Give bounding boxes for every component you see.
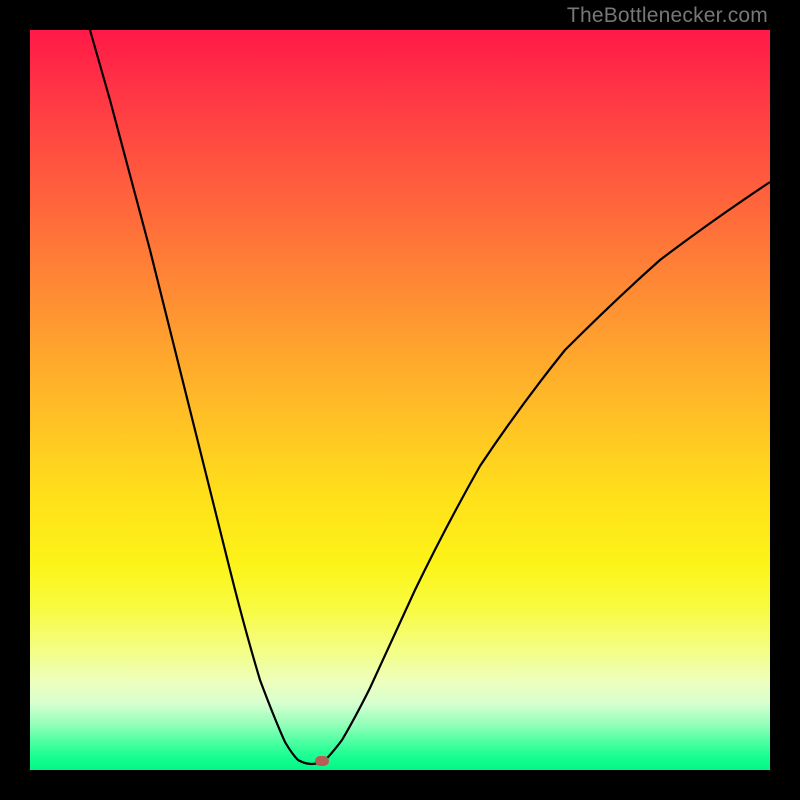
watermark-text: TheBottlenecker.com [567, 4, 768, 28]
frame-border-bottom [0, 770, 800, 800]
frame-border-left [0, 0, 30, 800]
frame-border-right [770, 0, 800, 800]
minimum-marker [315, 756, 329, 766]
curve-path [90, 30, 770, 764]
bottleneck-curve [30, 30, 770, 770]
chart-frame: TheBottlenecker.com [0, 0, 800, 800]
